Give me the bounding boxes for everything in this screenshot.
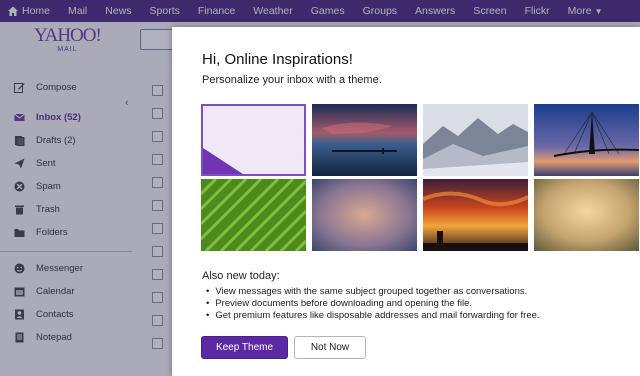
theme-thumb-warm-haze[interactable] — [534, 179, 639, 251]
dialog-subtitle: Personalize your inbox with a theme. — [202, 74, 382, 86]
feature-list: View messages with the same subject grou… — [206, 286, 540, 322]
theme-thumb-bridge-sunset[interactable] — [534, 104, 639, 176]
list-item: Get premium features like disposable add… — [206, 310, 539, 322]
theme-thumb-fiery-sky[interactable] — [423, 179, 528, 251]
theme-picker-dialog: Hi, Online Inspirations! Personalize you… — [172, 27, 640, 376]
theme-thumb-soft-blur[interactable] — [312, 179, 417, 251]
theme-thumb-pier-dusk[interactable] — [312, 104, 417, 176]
theme-preview — [423, 179, 528, 251]
theme-preview — [312, 179, 417, 251]
list-item: Preview documents before downloading and… — [206, 298, 540, 310]
keep-theme-button[interactable]: Keep Theme — [201, 336, 288, 359]
theme-preview — [201, 179, 306, 251]
theme-preview — [312, 104, 417, 176]
theme-preview — [423, 104, 528, 176]
theme-preview — [534, 179, 639, 251]
not-now-button[interactable]: Not Now — [294, 336, 366, 359]
theme-preview — [203, 106, 304, 174]
list-item: View messages with the same subject grou… — [206, 286, 540, 298]
dialog-title: Hi, Online Inspirations! — [202, 51, 353, 68]
theme-thumb-purple-default[interactable] — [201, 104, 306, 176]
theme-thumb-green-leaf[interactable] — [201, 179, 306, 251]
also-new-heading: Also new today: — [202, 270, 280, 282]
theme-thumb-mountain-mist[interactable] — [423, 104, 528, 176]
theme-preview — [534, 104, 639, 176]
